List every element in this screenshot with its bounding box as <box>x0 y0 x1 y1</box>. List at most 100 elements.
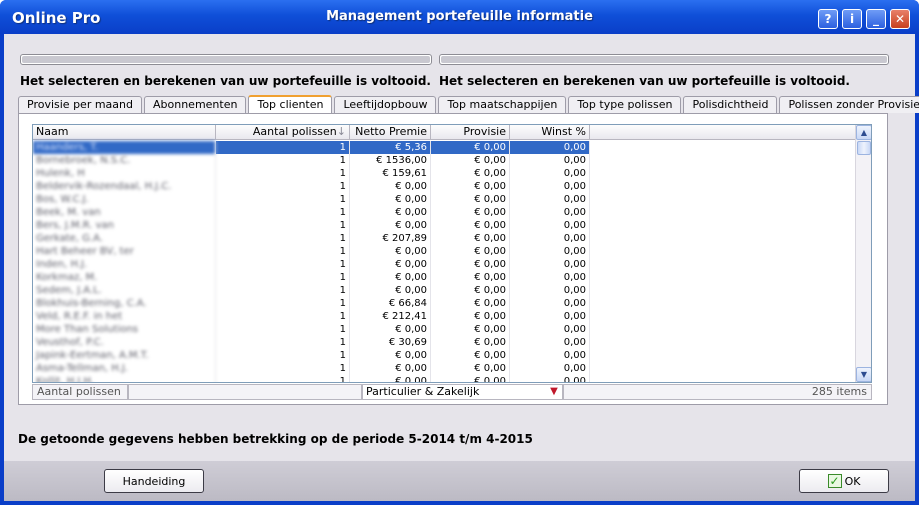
cell-provisie: € 0,00 <box>431 180 510 193</box>
table-row[interactable]: Asma-Tellman, H.J. 1 € 0,00 € 0,00 0,00 <box>33 362 857 375</box>
cell-provisie: € 0,00 <box>431 232 510 245</box>
window-client-area: Het selecteren en berekenen van uw porte… <box>4 34 919 501</box>
scroll-down-icon[interactable]: ▼ <box>856 367 871 382</box>
cell-winst: 0,00 <box>510 258 590 271</box>
col-header-aantal-polissen[interactable]: Aantal polissen↓ <box>216 125 350 139</box>
table-row[interactable]: Korkmaz, M. 1 € 0,00 € 0,00 0,00 <box>33 271 857 284</box>
main-window: Online Pro Management portefeuille infor… <box>0 0 919 505</box>
chevron-down-icon[interactable]: ▼ <box>547 386 561 398</box>
cell-provisie: € 0,00 <box>431 245 510 258</box>
tab-top-clienten[interactable]: Top clienten <box>248 95 333 113</box>
col-header-provisie[interactable]: Provisie <box>431 125 510 139</box>
col-header-naam[interactable]: Naam <box>33 125 216 139</box>
cell-winst: 0,00 <box>510 141 590 154</box>
cell-provisie: € 0,00 <box>431 167 510 180</box>
cell-naam: Japink-Eertman, A.M.T. <box>33 349 216 362</box>
minimize-button[interactable]: _ <box>866 9 886 29</box>
tab-top-maatschappijen[interactable]: Top maatschappijen <box>438 96 567 113</box>
customer-type-value: Particulier & Zakelijk <box>366 385 480 398</box>
cell-naam: Bornebroek, N.S.C. <box>33 154 216 167</box>
tab-top-type-polissen[interactable]: Top type polissen <box>568 96 682 113</box>
table-row[interactable]: Sedem, J.A.L. 1 € 0,00 € 0,00 0,00 <box>33 284 857 297</box>
cell-aantal-polissen: 1 <box>216 180 350 193</box>
col-header-winst[interactable]: Winst % <box>510 125 590 139</box>
cell-naam: Korkmaz, M. <box>33 271 216 284</box>
tab-polisdichtheid[interactable]: Polisdichtheid <box>683 96 778 113</box>
cell-netto-premie: € 0,00 <box>350 193 431 206</box>
table-row[interactable]: Hulenk, H 1 € 159,61 € 0,00 0,00 <box>33 167 857 180</box>
cell-netto-premie: € 0,00 <box>350 375 431 382</box>
table-row[interactable]: Inden, H.J. 1 € 0,00 € 0,00 0,00 <box>33 258 857 271</box>
cell-netto-premie: € 207,89 <box>350 232 431 245</box>
cell-aantal-polissen: 1 <box>216 258 350 271</box>
cell-aantal-polissen: 1 <box>216 167 350 180</box>
grid-rows: Haanders, T. 1 € 5,36 € 0,00 0,00 Bornebroek,… <box>33 141 857 382</box>
close-button[interactable]: ✕ <box>890 9 910 29</box>
cell-aantal-polissen: 1 <box>216 310 350 323</box>
progress-bar-left <box>20 54 432 65</box>
cell-netto-premie: € 5,36 <box>350 141 431 154</box>
col-header-netto-premie[interactable]: Netto Premie <box>350 125 431 139</box>
table-row[interactable]: Veusthof, P.C. 1 € 30,69 € 0,00 0,00 <box>33 336 857 349</box>
cell-netto-premie: € 212,41 <box>350 310 431 323</box>
tab-panel-top-clienten: Naam Aantal polissen↓ Netto Premie Provi… <box>18 113 888 405</box>
table-row[interactable]: More Than Solutions 1 € 0,00 € 0,00 0,00 <box>33 323 857 336</box>
cell-aantal-polissen: 1 <box>216 336 350 349</box>
cell-provisie: € 0,00 <box>431 206 510 219</box>
cell-netto-premie: € 66,84 <box>350 297 431 310</box>
customer-type-select[interactable]: Particulier & Zakelijk ▼ <box>362 384 563 400</box>
cell-naam: Veld, R.E.F. in het <box>33 310 216 323</box>
cell-naam: Haanders, T. <box>33 141 216 154</box>
cell-winst: 0,00 <box>510 167 590 180</box>
cell-aantal-polissen: 1 <box>216 154 350 167</box>
table-row[interactable]: Kollit, H.J.H. 1 € 0,00 € 0,00 0,00 <box>33 375 857 382</box>
cell-provisie: € 0,00 <box>431 362 510 375</box>
cell-provisie: € 0,00 <box>431 284 510 297</box>
checkmark-icon: ✓ <box>827 474 842 488</box>
clients-grid[interactable]: Naam Aantal polissen↓ Netto Premie Provi… <box>32 124 872 383</box>
tab-polissen-zonder-provisie[interactable]: Polissen zonder Provisie <box>779 96 919 113</box>
table-row[interactable]: Hart Beheer BV, ter 1 € 0,00 € 0,00 0,00 <box>33 245 857 258</box>
table-row[interactable]: Japink-Eertman, A.M.T. 1 € 0,00 € 0,00 0,00 <box>33 349 857 362</box>
info-icon[interactable]: i <box>842 9 862 29</box>
grid-header: Naam Aantal polissen↓ Netto Premie Provi… <box>33 125 857 140</box>
table-row[interactable]: Bers, J.M.R. van 1 € 0,00 € 0,00 0,00 <box>33 219 857 232</box>
table-row[interactable]: Gerkate, G.A. 1 € 207,89 € 0,00 0,00 <box>33 232 857 245</box>
cell-winst: 0,00 <box>510 297 590 310</box>
table-row[interactable]: Haanders, T. 1 € 5,36 € 0,00 0,00 <box>33 141 857 154</box>
vertical-scrollbar[interactable]: ▲ ▼ <box>855 125 871 382</box>
cell-provisie: € 0,00 <box>431 258 510 271</box>
period-text: De getoonde gegevens hebben betrekking o… <box>18 432 533 446</box>
cell-netto-premie: € 0,00 <box>350 271 431 284</box>
scroll-up-icon[interactable]: ▲ <box>856 125 871 140</box>
table-row[interactable]: Bos, W.C.J. 1 € 0,00 € 0,00 0,00 <box>33 193 857 206</box>
cell-netto-premie: € 159,61 <box>350 167 431 180</box>
tab-leeftijdopbouw[interactable]: Leeftijdopbouw <box>334 96 437 113</box>
cell-winst: 0,00 <box>510 245 590 258</box>
table-row[interactable]: Beek, M. van 1 € 0,00 € 0,00 0,00 <box>33 206 857 219</box>
table-row[interactable]: Beldervik-Rozendaal, H.J.C. 1 € 0,00 € 0,00… <box>33 180 857 193</box>
manual-button-label: Handeiding <box>122 474 186 488</box>
cell-naam: Veusthof, P.C. <box>33 336 216 349</box>
title-bar[interactable]: Online Pro Management portefeuille infor… <box>0 0 919 34</box>
cell-winst: 0,00 <box>510 362 590 375</box>
scroll-thumb[interactable] <box>857 141 871 155</box>
tab-abonnementen[interactable]: Abonnementen <box>144 96 247 113</box>
cell-netto-premie: € 0,00 <box>350 258 431 271</box>
grid-footer: Aantal polissen Particulier & Zakelijk ▼… <box>32 384 872 400</box>
cell-aantal-polissen: 1 <box>216 232 350 245</box>
manual-button[interactable]: Handeiding <box>104 469 204 493</box>
cell-winst: 0,00 <box>510 336 590 349</box>
cell-provisie: € 0,00 <box>431 310 510 323</box>
cell-netto-premie: € 0,00 <box>350 284 431 297</box>
cell-netto-premie: € 30,69 <box>350 336 431 349</box>
table-row[interactable]: Veld, R.E.F. in het 1 € 212,41 € 0,00 0,00 <box>33 310 857 323</box>
help-icon[interactable]: ? <box>818 9 838 29</box>
tab-provisie-per-maand[interactable]: Provisie per maand <box>18 96 142 113</box>
table-row[interactable]: Blokhuis-Berning, C.A. 1 € 66,84 € 0,00 0,00 <box>33 297 857 310</box>
ok-button[interactable]: ✓ OK <box>799 469 889 493</box>
cell-aantal-polissen: 1 <box>216 284 350 297</box>
cell-winst: 0,00 <box>510 284 590 297</box>
cell-naam: Blokhuis-Berning, C.A. <box>33 297 216 310</box>
table-row[interactable]: Bornebroek, N.S.C. 1 € 1536,00 € 0,00 0,00 <box>33 154 857 167</box>
